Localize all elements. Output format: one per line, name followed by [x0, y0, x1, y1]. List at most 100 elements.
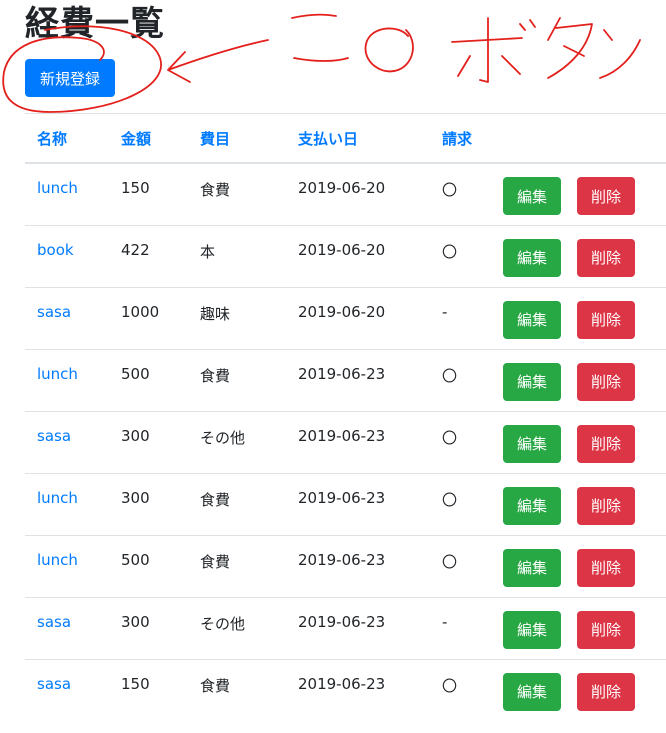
delete-button[interactable]: 削除	[577, 238, 635, 277]
cell-actions: 編集 削除	[503, 534, 666, 597]
cell-payment-date: 2019-06-23	[286, 472, 430, 535]
cell-amount: 300	[109, 596, 188, 659]
cell-actions: 編集 削除	[503, 472, 666, 535]
table-body: lunch 150 食費 2019-06-20 〇編集 削除 book 422 本 2019-06…	[25, 162, 666, 721]
expense-name-link[interactable]: lunch	[37, 365, 78, 383]
cell-payment-date: 2019-06-23	[286, 348, 430, 411]
delete-button[interactable]: 削除	[577, 177, 635, 215]
cell-category: 食費	[188, 472, 286, 535]
cell-amount: 500	[109, 348, 188, 411]
cell-category: 本	[188, 224, 286, 287]
edit-button[interactable]: 編集	[503, 610, 561, 649]
edit-button[interactable]: 編集	[503, 486, 561, 525]
cell-name: lunch	[25, 348, 109, 411]
cell-amount: 422	[109, 224, 188, 287]
expense-name-link[interactable]: lunch	[37, 489, 78, 507]
expense-name-link[interactable]: sasa	[37, 303, 71, 321]
expense-name-link[interactable]: lunch	[37, 179, 78, 197]
expense-name-link[interactable]: sasa	[37, 675, 71, 693]
delete-button[interactable]: 削除	[577, 610, 635, 649]
cell-amount: 500	[109, 534, 188, 597]
cell-name: lunch	[25, 472, 109, 535]
cell-billed: -	[430, 286, 503, 349]
cell-name: lunch	[25, 534, 109, 597]
table-row: sasa 1000 趣味 2019-06-20- 編集 削除	[25, 286, 666, 349]
cell-amount: 300	[109, 410, 188, 473]
cell-payment-date: 2019-06-23	[286, 658, 430, 721]
cell-amount: 150	[109, 162, 188, 225]
header-category[interactable]: 費目	[188, 113, 286, 164]
cell-payment-date: 2019-06-20	[286, 286, 430, 349]
cell-amount: 1000	[109, 286, 188, 349]
annotation-handwriting-ta	[547, 17, 593, 79]
header-billed[interactable]: 請求	[430, 113, 503, 164]
delete-button[interactable]: 削除	[577, 548, 635, 587]
cell-actions: 編集 削除	[503, 348, 666, 411]
annotation-handwriting-n	[599, 29, 641, 79]
header-actions	[503, 113, 666, 164]
cell-payment-date: 2019-06-23	[286, 534, 430, 597]
header-name[interactable]: 名称	[25, 113, 109, 164]
cell-actions: 編集 削除	[503, 596, 666, 659]
new-registration-button[interactable]: 新規登録	[25, 59, 115, 97]
table-row: book 422 本 2019-06-20 〇編集 削除	[25, 224, 666, 287]
cell-name: sasa	[25, 658, 109, 721]
expense-name-link[interactable]: book	[37, 241, 74, 259]
cell-category: 趣味	[188, 286, 286, 349]
delete-button[interactable]: 削除	[577, 424, 635, 463]
annotation-handwriting-ko	[291, 13, 349, 62]
cell-payment-date: 2019-06-20	[286, 162, 430, 225]
cell-category: その他	[188, 596, 286, 659]
table-header-row: 名称 金額 費目 支払い日 請求	[25, 113, 666, 164]
edit-button[interactable]: 編集	[503, 548, 561, 587]
edit-button[interactable]: 編集	[503, 672, 561, 711]
cell-name: sasa	[25, 596, 109, 659]
annotation-handwriting-bo	[451, 17, 536, 83]
cell-amount: 300	[109, 472, 188, 535]
cell-actions: 編集 削除	[503, 162, 666, 225]
expense-name-link[interactable]: sasa	[37, 427, 71, 445]
table-row: sasa 150 食費 2019-06-23 〇編集 削除	[25, 658, 666, 721]
expense-name-link[interactable]: lunch	[37, 551, 78, 569]
cell-billed: 〇	[430, 348, 503, 411]
delete-button[interactable]: 削除	[577, 300, 635, 339]
cell-category: 食費	[188, 348, 286, 411]
edit-button[interactable]: 編集	[503, 424, 561, 463]
delete-button[interactable]: 削除	[577, 486, 635, 525]
cell-billed: 〇	[430, 534, 503, 597]
cell-billed: 〇	[430, 224, 503, 287]
annotation-arrow	[167, 39, 269, 83]
annotation-handwriting-no	[364, 27, 414, 73]
cell-actions: 編集 削除	[503, 410, 666, 473]
header-amount[interactable]: 金額	[109, 113, 188, 164]
cell-billed: -	[430, 596, 503, 659]
delete-button[interactable]: 削除	[577, 672, 635, 711]
cell-name: lunch	[25, 162, 109, 225]
cell-category: 食費	[188, 534, 286, 597]
cell-payment-date: 2019-06-23	[286, 410, 430, 473]
cell-category: 食費	[188, 658, 286, 721]
table-row: sasa 300 その他 2019-06-23- 編集 削除	[25, 596, 666, 659]
edit-button[interactable]: 編集	[503, 300, 561, 339]
cell-category: その他	[188, 410, 286, 473]
page-title: 経費一覧	[25, 4, 165, 44]
cell-name: book	[25, 224, 109, 287]
expense-table: 名称 金額 費目 支払い日 請求 lunch 150 食費 2019-06-20 〇編集…	[25, 113, 666, 721]
cell-billed: 〇	[430, 658, 503, 721]
delete-button[interactable]: 削除	[577, 362, 635, 401]
cell-payment-date: 2019-06-20	[286, 224, 430, 287]
edit-button[interactable]: 編集	[503, 177, 561, 215]
table-row: lunch 500 食費 2019-06-23 〇編集 削除	[25, 348, 666, 411]
cell-actions: 編集 削除	[503, 286, 666, 349]
cell-billed: 〇	[430, 472, 503, 535]
table-row: lunch 500 食費 2019-06-23 〇編集 削除	[25, 534, 666, 597]
cell-name: sasa	[25, 410, 109, 473]
cell-actions: 編集 削除	[503, 224, 666, 287]
expense-name-link[interactable]: sasa	[37, 613, 71, 631]
cell-billed: 〇	[430, 410, 503, 473]
cell-actions: 編集 削除	[503, 658, 666, 721]
edit-button[interactable]: 編集	[503, 362, 561, 401]
table-row: sasa 300 その他 2019-06-23 〇編集 削除	[25, 410, 666, 473]
header-payment-date[interactable]: 支払い日	[286, 113, 430, 164]
edit-button[interactable]: 編集	[503, 238, 561, 277]
